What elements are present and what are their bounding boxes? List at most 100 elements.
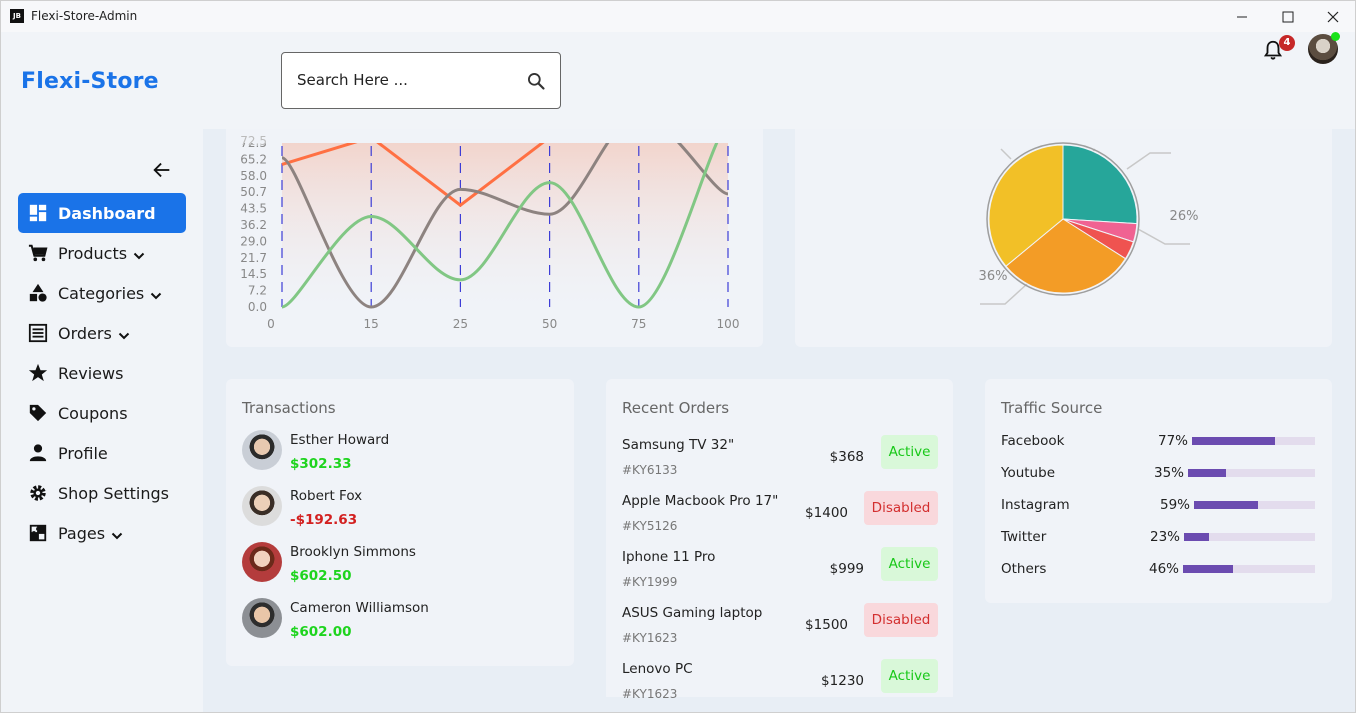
sidebar-item-label: Categories [58, 283, 145, 303]
sidebar-item-profile[interactable]: Profile [18, 433, 186, 473]
transaction-amount: $602.00 [290, 624, 352, 640]
search-box[interactable] [281, 52, 561, 109]
traffic-source-name: Youtube [1001, 465, 1055, 481]
status-badge: Active [881, 435, 938, 469]
order-price: $368 [829, 449, 864, 465]
status-badge: Active [881, 659, 938, 693]
order-id: #KY5126 [622, 519, 678, 533]
traffic-percent: 59% [1159, 497, 1190, 513]
traffic-source-name: Twitter [1001, 529, 1047, 545]
top-header: Flexi-Store [1, 32, 1355, 129]
transaction-row[interactable]: Cameron Williamson $602.00 [242, 598, 562, 654]
notification-badge: 4 [1279, 35, 1295, 51]
sidebar-item-label: Coupons [58, 403, 128, 423]
sidebar-item-reviews[interactable]: Reviews [18, 353, 186, 393]
online-status-dot [1331, 32, 1340, 41]
maximize-icon [1282, 11, 1294, 22]
x-tick-label: 15 [364, 317, 379, 331]
traffic-progress-fill [1184, 533, 1209, 541]
sidebar-item-categories[interactable]: Categories [18, 273, 186, 313]
sidebar-item-coupons[interactable]: Coupons [18, 393, 186, 433]
sidebar-item-pages[interactable]: Pages [18, 513, 186, 553]
pie-leader-line [1000, 148, 1012, 160]
y-tick-label: 65.2 [240, 152, 267, 166]
transaction-name: Esther Howard [290, 432, 390, 448]
line-chart: 0.0 7.2 14.5 21.7 29.0 36.2 43.5 50.7 58.0 65.2 72… [226, 129, 763, 331]
traffic-row: Youtube 35% [1001, 463, 1317, 483]
order-price: $1400 [805, 505, 848, 521]
traffic-source-name: Instagram [1001, 497, 1070, 513]
puzzle-icon [28, 523, 48, 543]
transaction-amount: $302.33 [290, 456, 352, 472]
minimize-icon [1237, 16, 1247, 17]
chevron-down-icon [111, 527, 123, 540]
avatar [242, 430, 282, 470]
order-id: #KY1623 [622, 687, 678, 701]
traffic-progress-track [1188, 469, 1315, 477]
sidebar-item-orders[interactable]: Orders [18, 313, 186, 353]
sidebar-item-label: Profile [58, 443, 108, 463]
pie-chart-card: 26% 36% [795, 129, 1332, 347]
traffic-progress-track [1184, 533, 1315, 541]
order-price: $1230 [821, 673, 864, 689]
x-tick-label: 50 [542, 317, 557, 331]
order-id: #KY1623 [622, 631, 678, 645]
brand-logo[interactable]: Flexi-Store [21, 69, 159, 94]
recent-orders-title: Recent Orders [622, 399, 730, 417]
close-button[interactable] [1310, 1, 1355, 32]
y-tick-label: 50.7 [240, 185, 267, 199]
transaction-name: Brooklyn Simmons [290, 544, 416, 560]
traffic-progress-fill [1194, 501, 1258, 509]
order-row[interactable]: Samsung TV 32" #KY6133 $368 Active [622, 435, 938, 491]
order-id: #KY6133 [622, 463, 678, 477]
y-tick-label: 43.5 [240, 202, 267, 216]
status-badge: Disabled [864, 603, 938, 637]
order-row[interactable]: Iphone 11 Pro #KY1999 $999 Active [622, 547, 938, 603]
traffic-source-name: Others [1001, 561, 1047, 577]
y-tick-label-top: 72.5 [240, 134, 267, 148]
avatar [242, 542, 282, 582]
transaction-row[interactable]: Robert Fox -$192.63 [242, 486, 562, 542]
traffic-progress-track [1192, 437, 1315, 445]
collapse-sidebar-arrow-icon[interactable] [151, 159, 173, 181]
transaction-name: Cameron Williamson [290, 600, 429, 616]
shapes-icon [28, 283, 48, 303]
x-tick-label: 100 [717, 317, 740, 331]
traffic-progress-fill [1183, 565, 1233, 573]
traffic-percent: 46% [1148, 561, 1179, 577]
pie-slice-1 [1062, 144, 1138, 225]
sidebar-item-products[interactable]: Products [18, 233, 186, 273]
x-tick-label: 75 [631, 317, 646, 331]
transaction-row[interactable]: Esther Howard $302.33 [242, 430, 562, 486]
order-row[interactable]: Apple Macbook Pro 17" #KY5126 $1400 Disable… [622, 491, 938, 547]
transactions-title: Transactions [242, 399, 336, 417]
transaction-amount: $602.50 [290, 568, 352, 584]
minimize-button[interactable] [1219, 1, 1265, 32]
order-id: #KY1999 [622, 575, 678, 589]
transaction-amount: -$192.63 [290, 512, 358, 528]
maximize-button[interactable] [1265, 1, 1311, 32]
traffic-percent: 35% [1153, 465, 1184, 481]
search-icon[interactable] [526, 71, 546, 91]
sidebar-item-label: Products [58, 243, 128, 263]
sidebar-item-shop-settings[interactable]: Shop Settings [18, 473, 186, 513]
transactions-card: Transactions Esther Howard $302.33 Robert … [226, 379, 574, 666]
sidebar-item-label: Reviews [58, 363, 124, 383]
y-tick-label: 21.7 [240, 251, 267, 265]
traffic-row: Facebook 77% [1001, 431, 1317, 451]
transaction-row[interactable]: Brooklyn Simmons $602.50 [242, 542, 562, 598]
x-tick-label: 25 [453, 317, 468, 331]
sidebar-item-label: Shop Settings [58, 483, 169, 503]
y-tick-label: 36.2 [240, 218, 267, 232]
order-row[interactable]: ASUS Gaming laptop #KY1623 $1500 Disabled [622, 603, 938, 659]
search-input[interactable] [297, 71, 517, 89]
status-badge: Active [881, 547, 938, 581]
traffic-progress-fill [1188, 469, 1226, 477]
sidebar-item-dashboard[interactable]: Dashboard [18, 193, 186, 233]
close-icon [1327, 11, 1339, 22]
order-row[interactable]: Lenovo PC #KY1623 $1230 Active [622, 659, 938, 712]
chevron-down-icon [133, 247, 145, 260]
dashboard-icon [28, 203, 48, 223]
y-tick-label: 7.2 [248, 284, 267, 298]
sidebar: Dashboard Products Categories Orders Reviews… [1, 129, 203, 712]
